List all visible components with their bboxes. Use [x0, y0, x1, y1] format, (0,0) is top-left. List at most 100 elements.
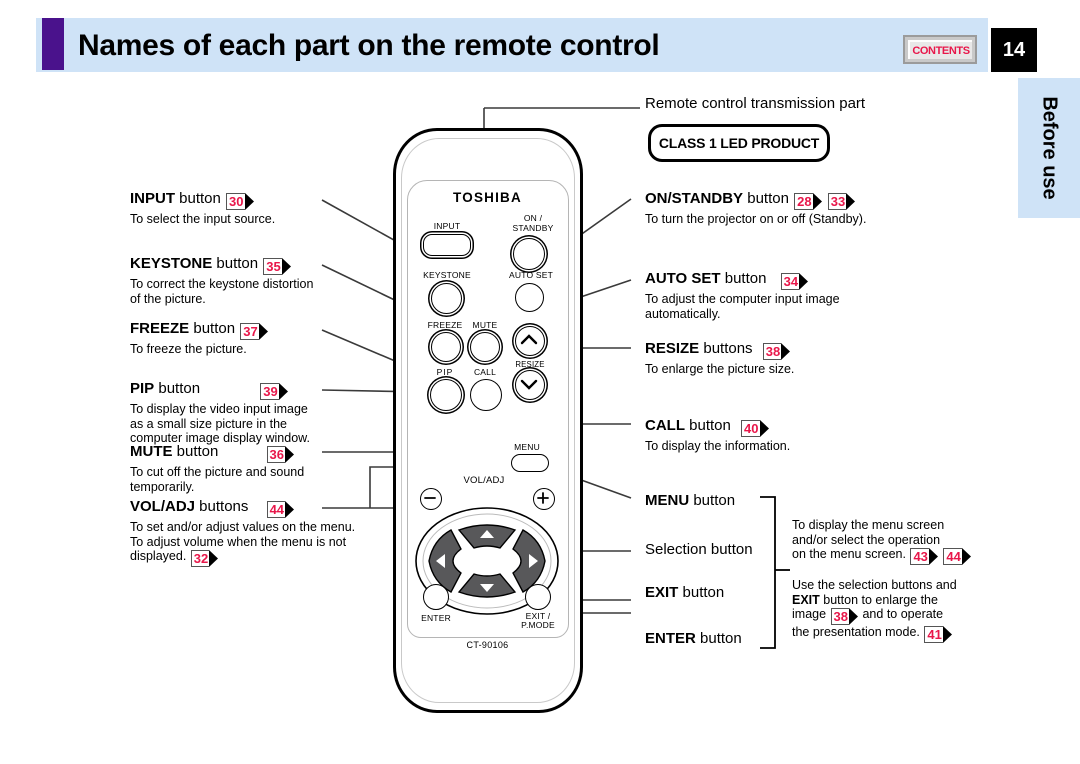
- page-ref-43[interactable]: 43: [910, 548, 938, 565]
- page-number-badge: 14: [991, 28, 1037, 72]
- ref-arrow-icon: [812, 193, 822, 210]
- pip-button[interactable]: [430, 379, 462, 411]
- callout-pip-desc-1: To display the video input image: [130, 402, 308, 416]
- callout-selection: Selection button: [645, 541, 785, 559]
- enter-button[interactable]: [423, 584, 449, 610]
- page-ref-33[interactable]: 33: [827, 193, 856, 210]
- callout-on-standby-desc: To turn the projector on or off (Standby…: [645, 212, 867, 226]
- contents-button[interactable]: CONTENTS: [903, 35, 977, 64]
- keystone-button[interactable]: [431, 283, 462, 314]
- exit-button-label-line2: P.MODE: [521, 620, 555, 630]
- ref-arrow-icon: [285, 446, 295, 463]
- page-ref-41[interactable]: 41: [924, 626, 952, 643]
- callout-freeze: FREEZE button 37 To freeze the picture.: [130, 320, 340, 357]
- callout-group-desc-bottom: Use the selection buttons and EXIT butto…: [792, 578, 1002, 643]
- ref-arrow-icon: [258, 323, 268, 340]
- page-ref-38-resize[interactable]: 38: [762, 343, 791, 360]
- callout-freeze-title: FREEZE: [130, 320, 190, 337]
- group-desc-bottom-4a: the presentation mode.: [792, 625, 920, 639]
- manual-page: Names of each part on the remote control…: [0, 0, 1080, 764]
- callout-menu-title: MENU: [645, 492, 690, 509]
- ref-arrow-icon: [942, 626, 952, 643]
- page-ref-35[interactable]: 35: [263, 258, 291, 275]
- callout-menu-title-suffix: button: [689, 492, 736, 509]
- auto-set-button-label: AUTO SET: [509, 270, 553, 280]
- contents-button-label: CONTENTS: [912, 44, 970, 57]
- ref-arrow-icon: [849, 608, 858, 625]
- callout-input-desc: To select the input source.: [130, 212, 276, 226]
- resize-up-button[interactable]: [515, 326, 545, 356]
- callout-keystone-title: KEYSTONE: [130, 255, 213, 272]
- group-desc-top-2: and/or select the operation: [792, 532, 941, 547]
- page-ref-39[interactable]: 39: [260, 383, 288, 400]
- callout-resize-desc: To enlarge the picture size.: [645, 362, 795, 376]
- callout-on-standby: ON/STANDBY button 28 33 To turn the proj…: [645, 190, 975, 227]
- on-standby-button[interactable]: [513, 238, 545, 270]
- callout-call-desc: To display the information.: [645, 439, 791, 453]
- contents-button-inner: CONTENTS: [908, 40, 972, 59]
- vol-adj-label: VOL/ADJ: [463, 475, 505, 486]
- page-ref-34[interactable]: 34: [780, 273, 809, 290]
- page-ref-30[interactable]: 30: [226, 193, 254, 210]
- callout-vol-adj-title-suffix: buttons: [195, 498, 249, 515]
- remote-model-number: CT-90106: [466, 640, 509, 650]
- section-tab-label: Before use: [1038, 96, 1061, 200]
- transmission-part-label: Remote control transmission part: [645, 95, 866, 112]
- callout-vol-adj-desc-3: displayed.: [130, 549, 187, 563]
- callout-enter-title-suffix: button: [695, 630, 742, 647]
- brand-label: TOSHIBA: [453, 190, 522, 205]
- ref-arrow-icon: [781, 343, 791, 360]
- page-title: Names of each part on the remote control: [78, 29, 660, 62]
- page-ref-40[interactable]: 40: [741, 420, 769, 437]
- page-ref-44-menu[interactable]: 44: [943, 548, 971, 565]
- ref-arrow-icon: [961, 548, 971, 565]
- page-ref-44[interactable]: 44: [266, 501, 295, 518]
- page-ref-28[interactable]: 28: [794, 193, 822, 210]
- page-ref-37[interactable]: 37: [240, 323, 268, 340]
- class-1-led-product-box: CLASS 1 LED PRODUCT: [648, 124, 830, 162]
- callout-vol-adj: VOL/ADJ buttons 44 To set and/or adjust …: [130, 498, 360, 567]
- page-ref-32[interactable]: 32: [190, 550, 219, 567]
- ref-arrow-icon: [928, 548, 938, 565]
- call-button-label: CALL: [473, 367, 497, 377]
- page-ref-38-image[interactable]: 38: [830, 608, 858, 625]
- callout-input-title: INPUT: [130, 190, 175, 207]
- callout-on-standby-title-suffix: button: [743, 190, 789, 207]
- callout-call-title: CALL: [645, 417, 685, 434]
- chevron-down-icon: [520, 379, 538, 390]
- exit-pmode-button[interactable]: [525, 584, 551, 610]
- auto-set-button[interactable]: [515, 283, 544, 312]
- callout-vol-adj-title: VOL/ADJ: [130, 498, 196, 515]
- keystone-button-label: KEYSTONE: [423, 270, 471, 280]
- group-desc-bottom-2-bold: EXIT: [792, 592, 820, 607]
- input-button[interactable]: [423, 234, 471, 256]
- callout-mute-title: MUTE: [130, 443, 173, 460]
- group-desc-top-3: on the menu screen.: [792, 547, 906, 561]
- callout-call: CALL button 40 To display the informatio…: [645, 417, 975, 454]
- callout-exit-title: EXIT: [645, 584, 679, 601]
- callout-auto-set: AUTO SET button 34 To adjust the compute…: [645, 270, 975, 321]
- callout-vol-adj-desc-1: To set and/or adjust values on the menu.: [130, 520, 356, 534]
- callout-vol-adj-desc-2: To adjust volume when the menu is not: [130, 534, 347, 549]
- resize-down-button[interactable]: [515, 370, 545, 400]
- menu-button[interactable]: [511, 454, 549, 472]
- callout-mute-desc-2: temporarily.: [130, 479, 195, 494]
- callout-keystone-title-suffix: button: [212, 255, 259, 272]
- input-button-label: INPUT: [433, 221, 461, 231]
- callout-pip: PIP button 39 To display the video input…: [130, 380, 340, 446]
- page-ref-36[interactable]: 36: [266, 446, 295, 463]
- call-button[interactable]: [470, 379, 502, 411]
- callout-input-title-suffix: button: [175, 190, 221, 207]
- callout-exit: EXIT button: [645, 584, 765, 602]
- callout-selection-title: Selection button: [645, 541, 753, 558]
- ref-arrow-icon: [209, 550, 219, 567]
- section-tab-before-use: Before use: [1018, 78, 1080, 218]
- callout-call-title-suffix: button: [685, 417, 731, 434]
- callout-keystone: KEYSTONE button 35 To correct the keysto…: [130, 255, 345, 306]
- group-desc-bottom-3b: and to operate: [862, 607, 944, 621]
- menu-button-label: MENU: [514, 442, 540, 452]
- freeze-button[interactable]: [431, 332, 461, 362]
- group-desc-bottom-3a: image: [792, 607, 827, 621]
- mute-button[interactable]: [470, 332, 500, 362]
- callout-pip-title-suffix: button: [154, 380, 201, 397]
